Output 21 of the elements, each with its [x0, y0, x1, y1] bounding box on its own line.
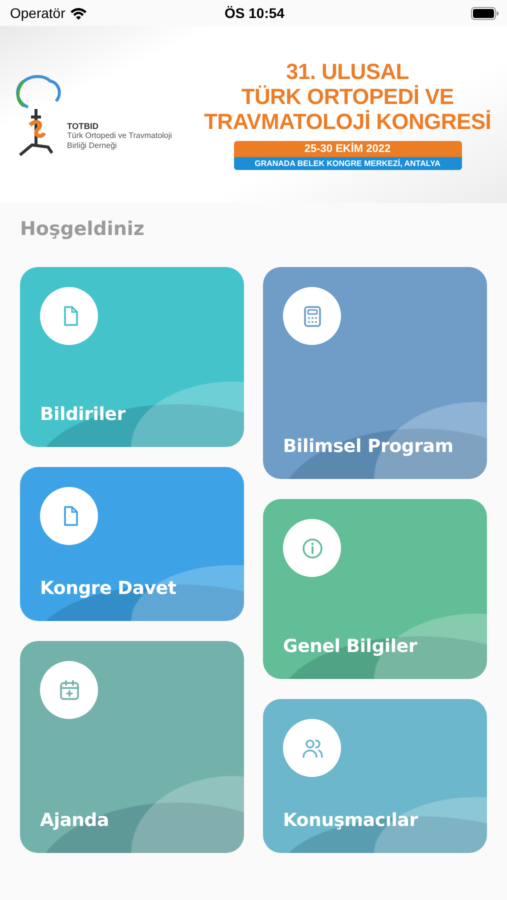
menu-card[interactable]: Bildiriler [20, 267, 244, 447]
tree-logo-icon [14, 72, 64, 156]
clock-time: ÖS 10:54 [224, 5, 286, 21]
welcome-heading: Hoşgeldiniz [20, 217, 146, 242]
menu-card[interactable]: Bilimsel Program [263, 267, 487, 479]
carrier-name: Operatör [10, 5, 66, 21]
info-icon [300, 536, 324, 560]
logo-subtitle: Türk Ortopedi ve Travmatoloji [67, 130, 172, 140]
menu-card[interactable]: Kongre Davet [20, 467, 244, 621]
date-label: 25-30 EKİM 2022 [234, 141, 462, 157]
congress-title: 31. ULUSAL [286, 59, 409, 84]
logo-subtitle: Birliği Derneği [67, 140, 118, 150]
logo-title: TOTBID [67, 120, 100, 130]
menu-card[interactable]: Genel Bilgiler [263, 499, 487, 679]
congress-title: TRAVMATOLOJİ KONGRESİ [204, 109, 492, 134]
venue-label: GRANADA BELEK KONGRE MERKEZİ, ANTALYA [234, 157, 462, 170]
congress-title: TÜRK ORTOPEDİ VE [241, 84, 454, 109]
menu-card[interactable]: Ajanda [20, 641, 244, 853]
menu-card[interactable]: Konuşmacılar [263, 699, 487, 853]
battery-icon [471, 6, 499, 20]
wifi-icon [70, 6, 88, 20]
